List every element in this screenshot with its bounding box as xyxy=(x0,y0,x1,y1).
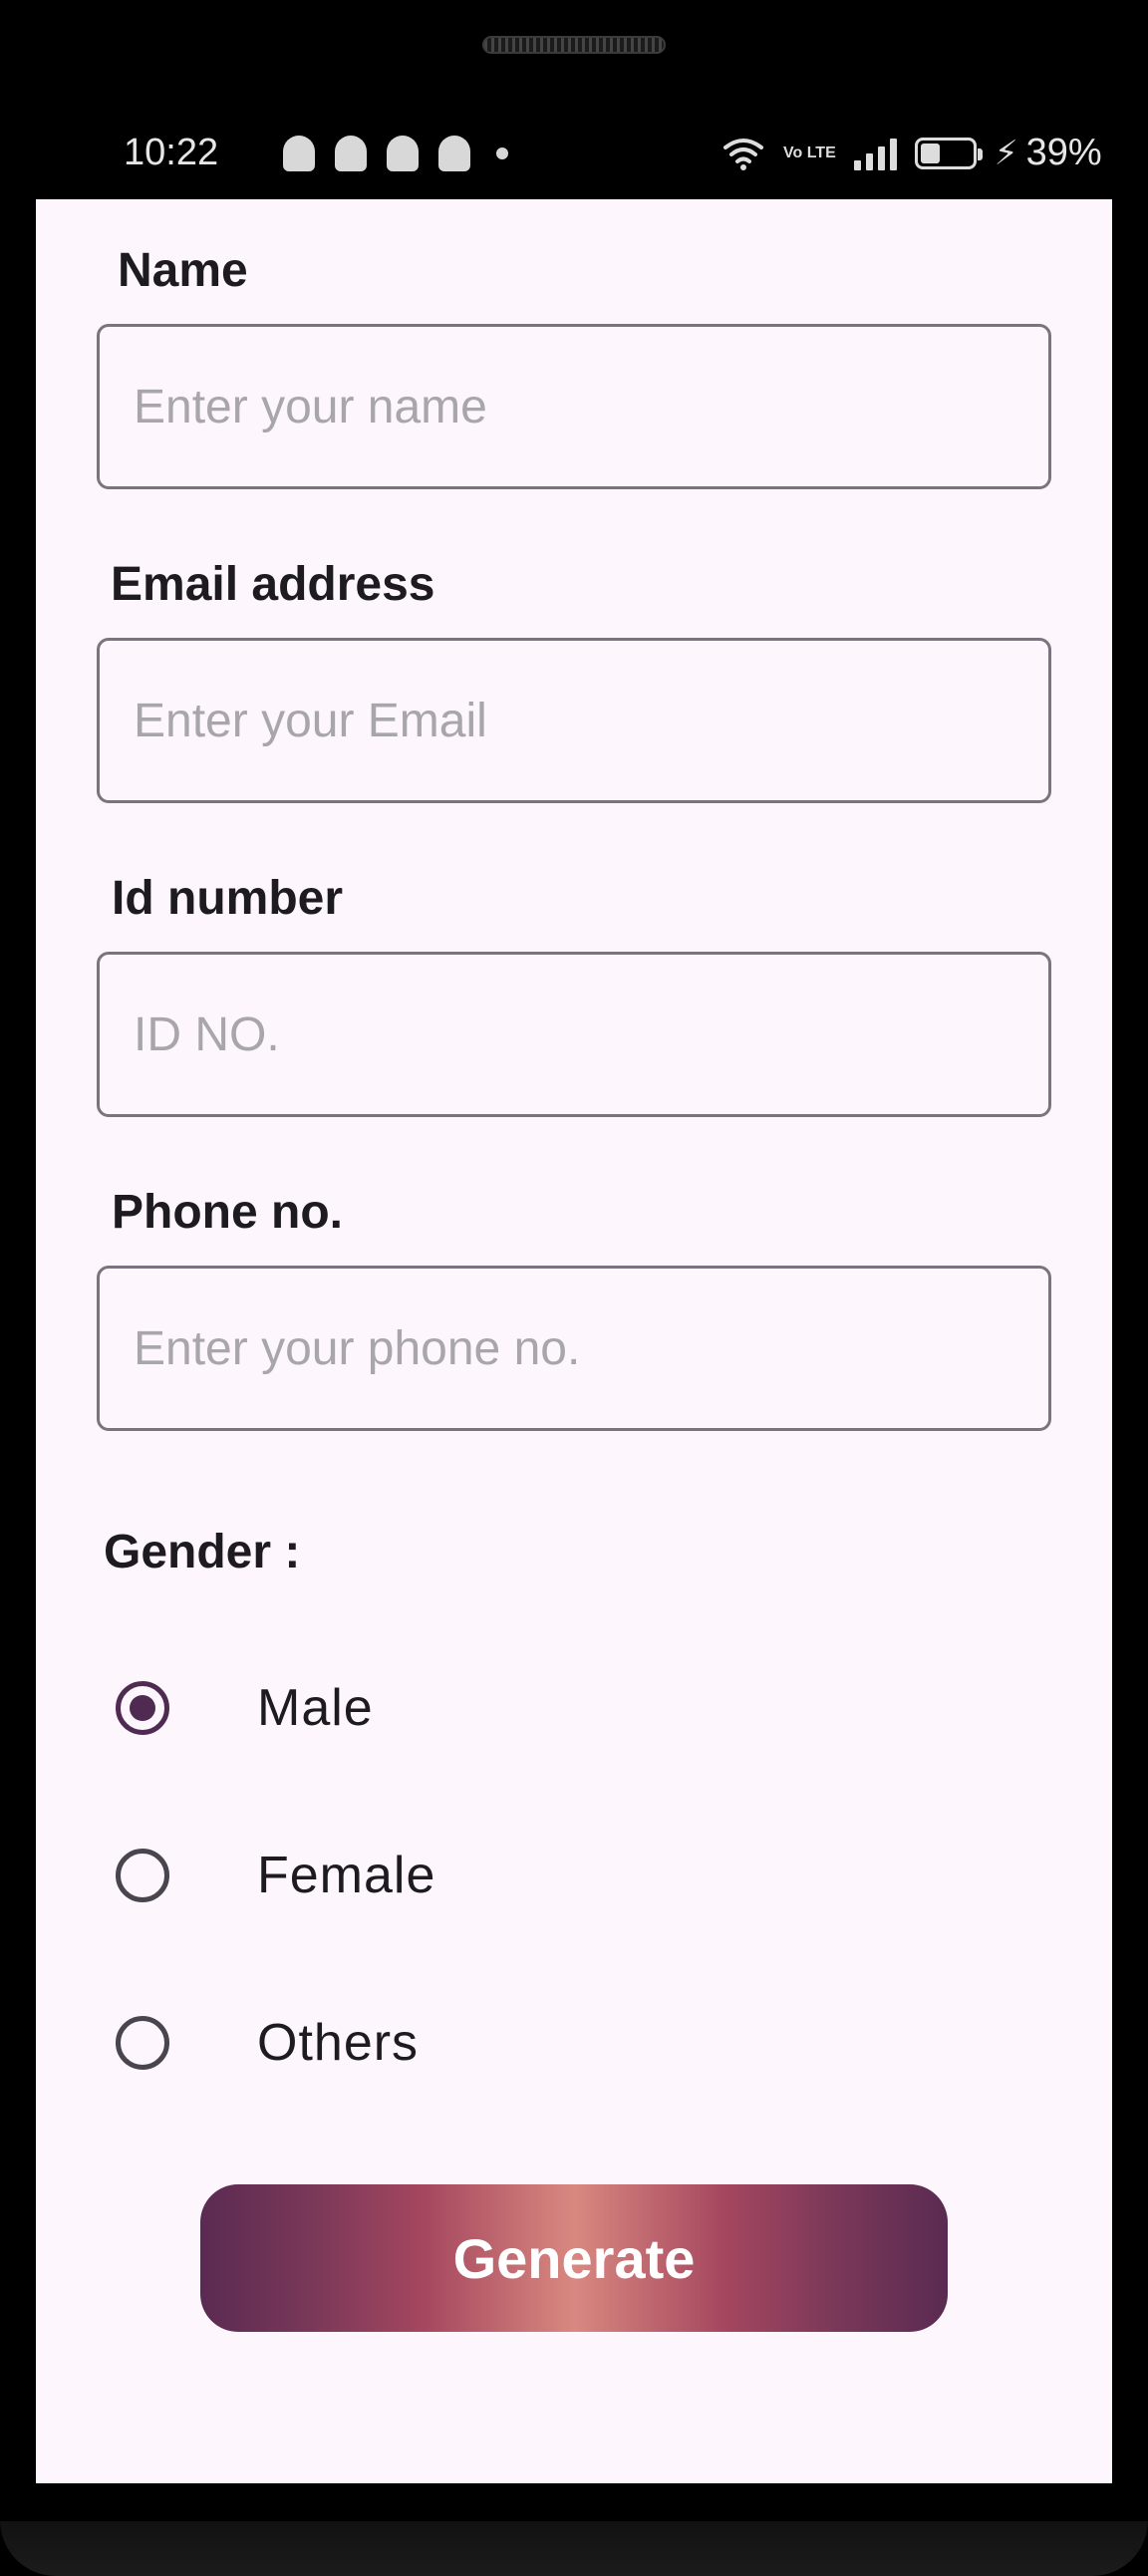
status-time: 10:22 xyxy=(124,132,219,173)
battery-percent: 39% xyxy=(1025,132,1102,173)
phone-frame: 10:22 Vo LTE ⚡︎ 39% Name Enter your name… xyxy=(0,0,1148,2576)
earpiece-speaker xyxy=(482,36,666,54)
name-input[interactable] xyxy=(97,324,1051,489)
signal-strength-icon xyxy=(853,137,897,170)
email-input[interactable] xyxy=(97,638,1051,803)
gender-option-female[interactable]: Female xyxy=(116,1846,435,1905)
wifi-icon xyxy=(723,138,763,170)
status-bar: 10:22 Vo LTE ⚡︎ 39% xyxy=(36,120,1112,199)
id-number-label: Id number xyxy=(112,872,344,925)
radio-button[interactable] xyxy=(116,1849,169,1902)
more-dot-icon xyxy=(496,147,508,159)
notification-icons xyxy=(283,136,508,171)
radio-button-checked[interactable] xyxy=(116,1681,169,1735)
radio-button[interactable] xyxy=(116,2016,169,2070)
gender-option-others[interactable]: Others xyxy=(116,2013,419,2073)
phone-label: Phone no. xyxy=(112,1186,343,1239)
gender-option-label: Female xyxy=(257,1847,436,1904)
gender-option-label: Others xyxy=(257,2014,420,2072)
phone-bottom-bezel xyxy=(0,2521,1148,2576)
battery-icon xyxy=(914,137,983,169)
form-screen: Name Email address Id number Phone no. G… xyxy=(36,199,1112,2483)
name-label: Name xyxy=(118,244,248,297)
generate-button[interactable]: Generate xyxy=(200,2184,948,2332)
charging-icon: ⚡︎ xyxy=(994,134,1018,172)
email-label: Email address xyxy=(111,558,435,611)
snapchat-icon xyxy=(335,136,367,171)
gender-option-male[interactable]: Male xyxy=(116,1678,374,1738)
snapchat-icon xyxy=(387,136,419,171)
snapchat-icon xyxy=(283,136,315,171)
phone-input[interactable] xyxy=(97,1266,1051,1431)
gender-option-label: Male xyxy=(257,1679,374,1737)
gender-label: Gender : xyxy=(104,1526,301,1578)
id-number-input[interactable] xyxy=(97,952,1051,1117)
status-right-icons: Vo LTE ⚡︎ 39% xyxy=(721,132,1102,174)
volte-icon: Vo LTE xyxy=(783,143,836,161)
snapchat-icon xyxy=(438,136,470,171)
